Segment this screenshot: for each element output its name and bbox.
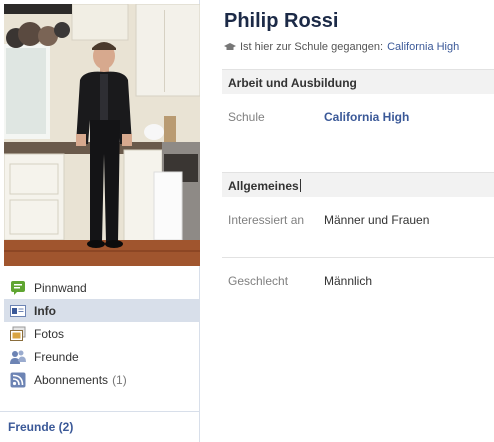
sidebar-item-info[interactable]: Info — [4, 299, 200, 322]
info-icon — [10, 303, 26, 319]
profile-photo[interactable] — [4, 4, 200, 266]
interested-in-label: Interessiert an — [228, 213, 305, 227]
friends-section: Freunde (2) — [0, 411, 200, 434]
school-cap-icon — [224, 42, 236, 52]
row-divider — [222, 257, 494, 258]
school-value-link[interactable]: California High — [324, 109, 409, 126]
sidebar-item-subscriptions[interactable]: Abonnements (1) — [4, 368, 200, 391]
sidebar-nav: Pinnwand Info Fotos Freunde Abonnements — [4, 276, 200, 391]
school-label: Schule — [228, 110, 265, 124]
wall-icon — [10, 280, 26, 296]
left-column: Pinnwand Info Fotos Freunde Abonnements — [0, 0, 200, 442]
school-summary: Ist hier zur Schule gegangen: California… — [224, 41, 459, 53]
sidebar-item-label: Fotos — [34, 326, 65, 341]
text-cursor — [299, 179, 301, 192]
gender-label: Geschlecht — [228, 274, 289, 288]
sidebar-item-label: Abonnements — [34, 372, 109, 387]
profile-name: Philip Rossi — [224, 10, 339, 32]
interested-in-value: Männer und Frauen — [324, 213, 430, 227]
friends-icon — [10, 349, 26, 365]
sidebar-item-label: Info — [34, 303, 56, 318]
sidebar-item-label: Freunde — [34, 349, 79, 364]
school-summary-text: Ist hier zur Schule gegangen: — [240, 41, 384, 53]
photos-icon — [10, 326, 26, 342]
sidebar-item-friends[interactable]: Freunde — [4, 345, 200, 368]
rss-icon — [10, 372, 26, 388]
sidebar-item-wall[interactable]: Pinnwand — [4, 276, 200, 299]
gender-value: Männlich — [324, 274, 373, 288]
section-header-work-education: Arbeit und Ausbildung — [222, 69, 494, 94]
section-header-general-label: Allgemeines — [228, 179, 299, 193]
section-header-general: Allgemeines — [222, 172, 494, 197]
sidebar-item-photos[interactable]: Fotos — [4, 322, 200, 345]
subscriptions-count: (1) — [112, 372, 127, 387]
school-summary-link[interactable]: California High — [387, 41, 459, 53]
friends-link[interactable]: Freunde (2) — [8, 420, 73, 434]
sidebar-item-label: Pinnwand — [34, 280, 87, 295]
